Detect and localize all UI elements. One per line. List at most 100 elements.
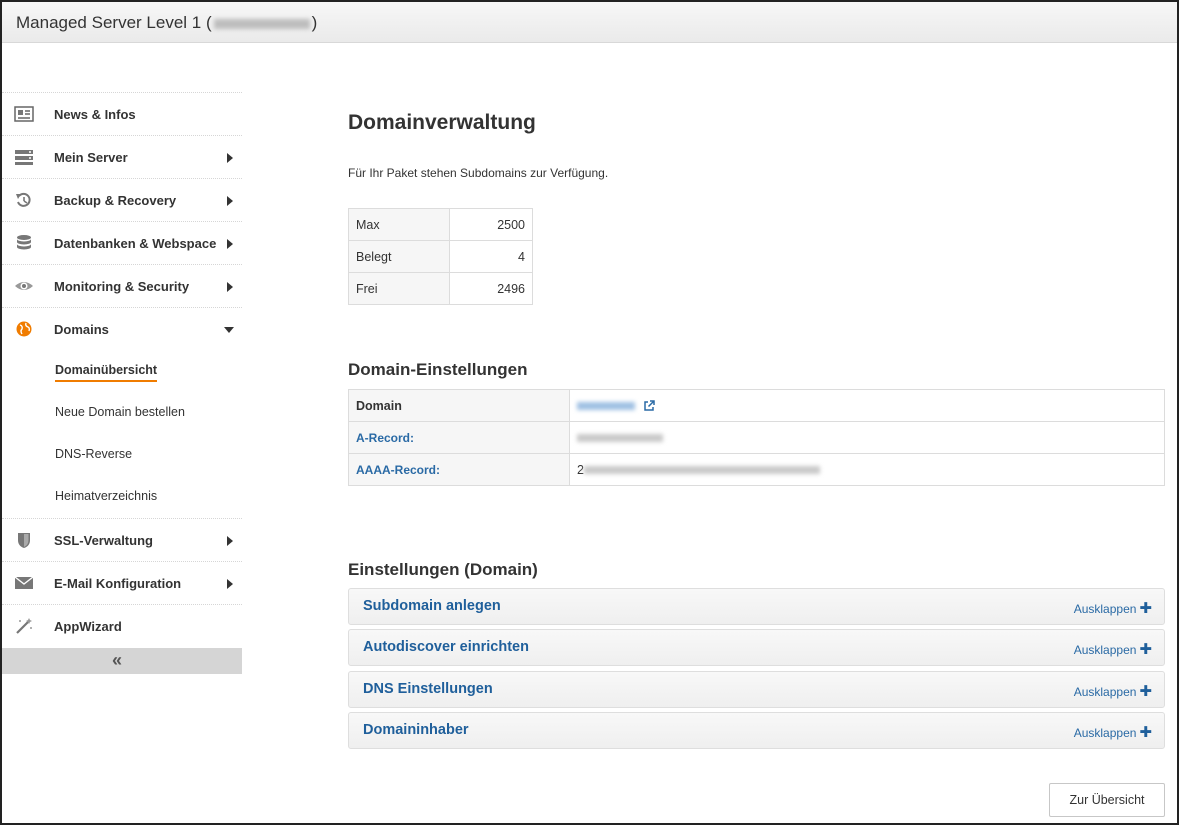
envelope-icon bbox=[14, 576, 34, 589]
quota-value: 2496 bbox=[449, 272, 533, 305]
redacted-hostname bbox=[213, 18, 310, 29]
table-row: Max 2500 bbox=[348, 208, 533, 241]
quota-key: Belegt bbox=[348, 240, 450, 273]
redacted-ipv6 bbox=[583, 466, 820, 475]
expand-label: Ausklappen bbox=[1073, 685, 1137, 699]
sidebar-item-label: E-Mail Konfiguration bbox=[54, 576, 182, 591]
a-record-link[interactable]: A-Record: bbox=[348, 421, 570, 454]
subdomain-quota-table: Max 2500 Belegt 4 Frei 2496 bbox=[348, 208, 533, 305]
sidebar-item-appwizard[interactable]: AppWizard bbox=[2, 604, 242, 647]
accordion-title: Subdomain anlegen bbox=[363, 598, 501, 614]
sidebar-item-label: SSL-Verwaltung bbox=[54, 533, 153, 548]
caret-right-icon bbox=[227, 239, 233, 249]
magic-wand-icon bbox=[16, 618, 32, 634]
sidebar-item-mein-server[interactable]: Mein Server bbox=[2, 135, 242, 178]
table-row: A-Record: bbox=[348, 421, 1165, 454]
window-titlebar: Managed Server Level 1 () bbox=[2, 2, 1177, 43]
page-title: Domainverwaltung bbox=[348, 111, 536, 134]
back-to-overview-button[interactable]: Zur Übersicht bbox=[1049, 783, 1165, 817]
quota-key: Max bbox=[348, 208, 450, 241]
table-row: Frei 2496 bbox=[348, 272, 533, 305]
sidebar-item-label: Domains bbox=[54, 322, 109, 337]
sidebar-subitem-dns-reverse[interactable]: DNS-Reverse bbox=[2, 434, 242, 476]
table-row: Belegt 4 bbox=[348, 240, 533, 273]
caret-right-icon bbox=[227, 536, 233, 546]
sidebar-item-label: News & Infos bbox=[54, 107, 136, 122]
double-chevron-left-icon: « bbox=[112, 650, 123, 670]
sidebar-item-label: Mein Server bbox=[54, 150, 128, 165]
eye-icon bbox=[15, 282, 33, 290]
sidebar-item-monitoring[interactable]: Monitoring & Security bbox=[2, 264, 242, 307]
window-title-text: Managed Server Level 1 ( bbox=[16, 13, 212, 32]
plus-icon: ✚ bbox=[1139, 600, 1152, 617]
newspaper-icon bbox=[14, 106, 34, 122]
caret-right-icon bbox=[227, 196, 233, 206]
intro-text: Für Ihr Paket stehen Subdomains zur Verf… bbox=[348, 166, 609, 180]
sidebar-subitem-label: DNS-Reverse bbox=[55, 447, 133, 461]
sidebar-subitem-label: Domainübersicht bbox=[55, 363, 158, 382]
sidebar-item-news[interactable]: News & Infos bbox=[2, 92, 242, 135]
caret-down-icon bbox=[224, 327, 234, 333]
table-row: Domain bbox=[348, 389, 1165, 422]
window-title: Managed Server Level 1 () bbox=[16, 13, 317, 33]
sidebar-subitem-heimatverzeichnis[interactable]: Heimatverzeichnis bbox=[2, 476, 242, 518]
plus-icon: ✚ bbox=[1139, 724, 1152, 741]
caret-right-icon bbox=[227, 579, 233, 589]
expand-toggle[interactable]: Ausklappen ✚ bbox=[1074, 640, 1152, 658]
sidebar-item-label: Backup & Recovery bbox=[54, 193, 177, 208]
redacted-domain-link[interactable] bbox=[577, 402, 635, 411]
settings-heading: Einstellungen (Domain) bbox=[348, 560, 538, 579]
expand-label: Ausklappen bbox=[1073, 602, 1137, 616]
settings-key: Domain bbox=[348, 389, 570, 422]
domain-value-cell bbox=[569, 389, 1165, 422]
history-icon bbox=[16, 192, 31, 207]
quota-value: 2500 bbox=[449, 208, 533, 241]
quota-value: 4 bbox=[449, 240, 533, 273]
accordion-domaininhaber[interactable]: Domaininhaber Ausklappen ✚ bbox=[348, 712, 1165, 749]
sidebar-item-label: AppWizard bbox=[54, 619, 122, 634]
expand-label: Ausklappen bbox=[1073, 726, 1137, 740]
aaaa-record-value-cell: 2 bbox=[569, 453, 1165, 486]
sidebar-item-domains[interactable]: Domains bbox=[2, 307, 242, 350]
expand-label: Ausklappen bbox=[1073, 643, 1137, 657]
accordion-title: Autodiscover einrichten bbox=[363, 639, 529, 655]
sidebar-subitem-label: Neue Domain bestellen bbox=[55, 405, 185, 419]
table-row: AAAA-Record: 2 bbox=[348, 453, 1165, 486]
sidebar-subitem-label: Heimatverzeichnis bbox=[55, 489, 158, 503]
window-title-suffix: ) bbox=[311, 13, 318, 32]
quota-key: Frei bbox=[348, 272, 450, 305]
database-icon bbox=[17, 235, 31, 250]
accordion-dns-einstellungen[interactable]: DNS Einstellungen Ausklappen ✚ bbox=[348, 671, 1165, 708]
sidebar-item-label: Datenbanken & Webspace bbox=[54, 236, 217, 251]
sidebar-nav: News & Infos Mein Server Backup & Recove… bbox=[2, 92, 242, 674]
plus-icon: ✚ bbox=[1139, 641, 1152, 658]
sidebar-subitem-neue-domain[interactable]: Neue Domain bestellen bbox=[2, 392, 242, 434]
sidebar-item-label: Monitoring & Security bbox=[54, 279, 190, 294]
sidebar-item-email[interactable]: E-Mail Konfiguration bbox=[2, 561, 242, 604]
expand-toggle[interactable]: Ausklappen ✚ bbox=[1074, 599, 1152, 617]
shield-icon bbox=[18, 533, 30, 548]
sidebar-item-ssl[interactable]: SSL-Verwaltung bbox=[2, 518, 242, 561]
caret-right-icon bbox=[227, 282, 233, 292]
accordion-title: DNS Einstellungen bbox=[363, 681, 493, 697]
domain-settings-heading: Domain-Einstellungen bbox=[348, 360, 528, 379]
sidebar-item-backup[interactable]: Backup & Recovery bbox=[2, 178, 242, 221]
external-link-icon[interactable] bbox=[643, 400, 655, 412]
globe-icon bbox=[16, 321, 32, 337]
expand-toggle[interactable]: Ausklappen ✚ bbox=[1074, 723, 1152, 741]
expand-toggle[interactable]: Ausklappen ✚ bbox=[1074, 682, 1152, 700]
sidebar-item-datenbanken[interactable]: Datenbanken & Webspace bbox=[2, 221, 242, 264]
sidebar-subitem-domainuebersicht[interactable]: Domainübersicht bbox=[2, 350, 242, 392]
domain-settings-table: Domain A-Record: AAAA-Record: 2 bbox=[348, 389, 1165, 486]
sidebar-collapse-button[interactable]: « bbox=[2, 648, 242, 674]
server-icon bbox=[15, 150, 33, 165]
aaaa-record-link[interactable]: AAAA-Record: bbox=[348, 453, 570, 486]
accordion-title: Domaininhaber bbox=[363, 722, 469, 738]
accordion-autodiscover[interactable]: Autodiscover einrichten Ausklappen ✚ bbox=[348, 629, 1165, 666]
redacted-ipv4 bbox=[577, 434, 663, 443]
accordion-subdomain-anlegen[interactable]: Subdomain anlegen Ausklappen ✚ bbox=[348, 588, 1165, 625]
a-record-value-cell bbox=[569, 421, 1165, 454]
caret-right-icon bbox=[227, 153, 233, 163]
plus-icon: ✚ bbox=[1139, 683, 1152, 700]
ipv6-prefix: 2 bbox=[577, 462, 584, 477]
